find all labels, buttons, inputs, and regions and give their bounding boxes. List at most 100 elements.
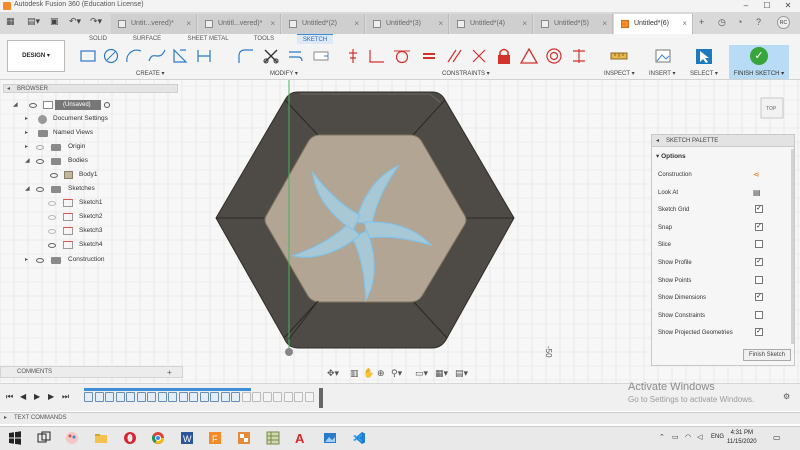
tab-document-7[interactable]: Untitled*(6) ×: [614, 14, 693, 34]
arc-tool-icon[interactable]: [124, 47, 144, 65]
caret-down-icon[interactable]: ◢: [13, 99, 18, 111]
tab-document-2[interactable]: Untitl...vered)* ×: [198, 14, 281, 34]
circle-tool-icon[interactable]: [101, 47, 121, 65]
network-icon[interactable]: ▭: [672, 433, 679, 441]
select-tool-icon[interactable]: [694, 47, 714, 65]
palette-option[interactable]: Show Points: [658, 274, 792, 290]
checkbox-checked[interactable]: ✓: [755, 328, 763, 337]
word-app-icon[interactable]: W: [180, 431, 194, 445]
browser-root[interactable]: ◢ (Unsaved): [3, 99, 178, 111]
help-icon[interactable]: ?: [756, 17, 761, 27]
browser-header[interactable]: ◂ BROWSER: [3, 84, 178, 93]
redo-icon[interactable]: ↷▾: [90, 16, 102, 27]
timeline-feature-icon[interactable]: [231, 392, 240, 402]
mirror-tool-icon[interactable]: [311, 47, 331, 65]
save-icon[interactable]: ▣: [50, 16, 59, 27]
step-forward-icon[interactable]: ▶: [48, 392, 54, 401]
pan-icon[interactable]: ✋: [363, 367, 374, 378]
constraints-menu[interactable]: CONSTRAINTS ▾: [442, 70, 490, 77]
palette-option[interactable]: Show Projected Geometries ✓: [658, 326, 792, 342]
palette-option[interactable]: Look At ▤: [658, 186, 792, 202]
photos-app-icon[interactable]: [323, 431, 337, 445]
timeline-feature-icon[interactable]: [241, 392, 251, 402]
browser-item-construction[interactable]: ▸ Construction: [3, 254, 178, 266]
spreadsheet-app-icon[interactable]: [266, 431, 280, 445]
collapse-icon[interactable]: ▸: [4, 413, 7, 424]
task-view-icon[interactable]: [37, 431, 51, 445]
tab-sketch[interactable]: SKETCH: [297, 34, 333, 44]
close-tab-icon[interactable]: ×: [522, 19, 527, 28]
visibility-icon[interactable]: [48, 243, 56, 248]
offset-tool-icon[interactable]: [286, 47, 306, 65]
visibility-icon[interactable]: [29, 103, 37, 108]
timeline-feature-icon[interactable]: [189, 392, 198, 402]
timeline-feature-icon[interactable]: [199, 392, 209, 402]
fit-icon[interactable]: ⚲▾: [391, 368, 403, 378]
play-icon[interactable]: ▶: [34, 392, 40, 401]
notification-center-icon[interactable]: ▭: [773, 433, 781, 442]
checkbox-unchecked[interactable]: [755, 240, 763, 249]
timeline-feature-icon[interactable]: [220, 392, 230, 402]
close-window-button[interactable]: ✕: [778, 0, 798, 12]
close-tab-icon[interactable]: ×: [438, 19, 443, 28]
modify-menu[interactable]: MODIFY ▾: [270, 70, 298, 77]
polygon-tool-icon[interactable]: [170, 47, 190, 65]
zoom-icon[interactable]: ⊕: [377, 368, 385, 378]
paint-app-icon[interactable]: [65, 431, 79, 445]
timeline-feature-icon[interactable]: [294, 392, 303, 402]
visibility-icon[interactable]: [48, 229, 56, 234]
checkbox-checked[interactable]: ✓: [755, 293, 763, 302]
fix-constraint-icon[interactable]: [494, 47, 514, 65]
windows-start-icon[interactable]: [8, 431, 22, 445]
activate-component-icon[interactable]: [104, 102, 110, 108]
tab-surface[interactable]: SURFACE: [129, 34, 165, 44]
palette-option[interactable]: Show Constraints: [658, 309, 792, 325]
palette-option[interactable]: Snap ✓: [658, 221, 792, 237]
create-menu[interactable]: CREATE ▾: [136, 70, 165, 77]
caret-right-icon[interactable]: ▸: [25, 127, 28, 139]
display-settings-icon[interactable]: ▭▾: [415, 368, 429, 378]
inspect-menu[interactable]: INSPECT ▾: [604, 70, 635, 77]
fusion-360-app-icon[interactable]: F: [208, 431, 222, 445]
options-section[interactable]: ▾ Options: [656, 152, 686, 160]
timeline-marker[interactable]: [319, 388, 323, 408]
coincident-constraint-icon[interactable]: [344, 47, 364, 65]
palette-scrollbar[interactable]: [791, 149, 794, 344]
tab-document-5[interactable]: Untitled*(4) ×: [450, 14, 533, 34]
tab-document-4[interactable]: Untitled*(3) ×: [366, 14, 449, 34]
perpendicular-constraint-icon[interactable]: [469, 47, 489, 65]
caret-right-icon[interactable]: ▸: [25, 141, 28, 153]
system-clock[interactable]: 4:31 PM 11/15/2020: [727, 429, 757, 447]
timeline-feature-icon[interactable]: [126, 392, 135, 402]
step-back-icon[interactable]: ◀: [20, 392, 26, 401]
go-to-start-icon[interactable]: ⏮: [6, 392, 13, 402]
notifications-icon[interactable]: ◔: [737, 17, 742, 27]
close-tab-icon[interactable]: ×: [354, 19, 359, 28]
timeline-selection[interactable]: [84, 388, 251, 391]
slot-tool-icon[interactable]: [194, 47, 214, 65]
timeline-feature-icon[interactable]: [210, 392, 219, 402]
timeline-feature-icon[interactable]: [304, 392, 314, 402]
palette-option[interactable]: Sketch Grid ✓: [658, 203, 792, 219]
grid-settings-icon[interactable]: ▦▾: [435, 368, 449, 378]
insert-menu[interactable]: INSERT ▾: [649, 70, 675, 77]
vscode-app-icon[interactable]: [352, 431, 366, 445]
browser-item-sketch1[interactable]: Sketch1: [3, 197, 178, 209]
browser-item-bodies[interactable]: ◢ Bodies: [3, 155, 178, 167]
tab-tools[interactable]: TOOLS: [250, 34, 278, 44]
job-status-icon[interactable]: ◷: [718, 17, 726, 28]
file-explorer-icon[interactable]: [94, 431, 108, 445]
rectangle-tool-icon[interactable]: [78, 47, 98, 65]
undo-icon[interactable]: ↶▾: [69, 16, 81, 27]
close-tab-icon[interactable]: ×: [270, 19, 275, 28]
timeline-feature-icon[interactable]: [283, 392, 293, 402]
timeline-feature-icon[interactable]: [147, 392, 156, 402]
maximize-button[interactable]: ☐: [757, 0, 777, 12]
add-comment-icon[interactable]: +: [167, 367, 172, 378]
text-commands-panel[interactable]: ▸ TEXT COMMANDS: [0, 412, 800, 424]
timeline-feature-icon[interactable]: [252, 392, 261, 402]
caret-down-icon[interactable]: ◢: [25, 183, 30, 195]
volume-icon[interactable]: ◁: [697, 433, 702, 441]
tab-document-6[interactable]: Untitled*(5) ×: [534, 14, 613, 34]
palette-option[interactable]: Show Profile ✓: [658, 256, 792, 272]
